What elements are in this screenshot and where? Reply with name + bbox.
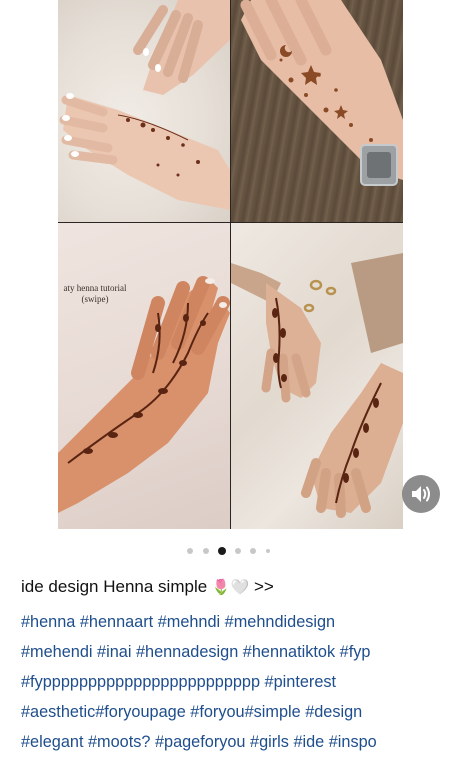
carousel-dot	[187, 548, 193, 554]
carousel-dot	[235, 548, 241, 554]
image-carousel[interactable]: aty henna tutorial (swipe)	[58, 0, 403, 529]
carousel-indicator	[0, 546, 461, 556]
carousel-image-3: aty henna tutorial (swipe)	[58, 223, 230, 529]
hashtag-line[interactable]: #fypppppppppppppppppppppppp #pinterest	[21, 667, 451, 697]
speaker-icon	[412, 486, 430, 502]
hashtag-line[interactable]: #elegant #moots? #pageforyou #girls #ide…	[21, 727, 451, 757]
description-emojis: 🌷🤍	[211, 579, 250, 596]
hashtag-line[interactable]: #aesthetic#foryoupage #foryou#simple #de…	[21, 697, 451, 727]
hashtag-list: #henna #hennaart #mehndi #mehndidesign #…	[21, 607, 451, 757]
see-more-link[interactable]: >>	[254, 577, 274, 596]
carousel-image-4	[231, 223, 403, 529]
hashtag-line[interactable]: #mehendi #inai #hennadesign #hennatiktok…	[21, 637, 451, 667]
hashtag-line[interactable]: #henna #hennaart #mehndi #mehndidesign	[21, 607, 451, 637]
carousel-image-2	[231, 0, 403, 222]
carousel-dot	[250, 548, 256, 554]
image-caption-text: aty henna tutorial (swipe)	[63, 283, 127, 304]
description-text: ide design Henna simple	[21, 577, 208, 596]
sound-toggle-button[interactable]	[402, 475, 440, 513]
post-description: ide design Henna simple 🌷🤍 >>	[21, 577, 274, 597]
carousel-dot	[266, 549, 270, 553]
carousel-image-1	[58, 0, 230, 222]
carousel-dot	[203, 548, 209, 554]
carousel-dot-active	[218, 547, 226, 555]
